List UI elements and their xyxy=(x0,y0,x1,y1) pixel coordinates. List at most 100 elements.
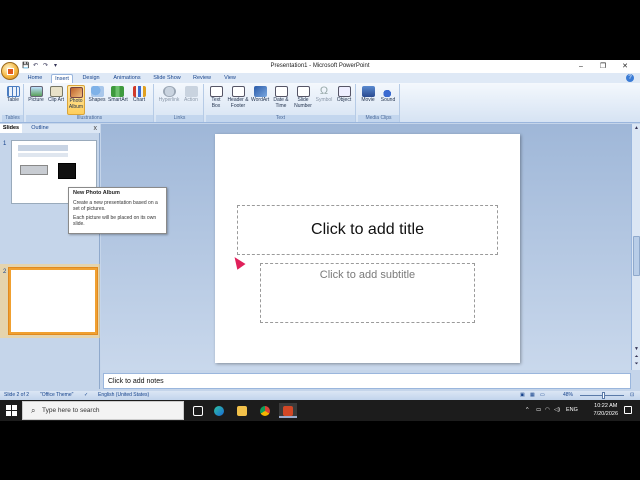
table-icon xyxy=(6,86,20,97)
tooltip-description-2: Each picture will be placed on its own s… xyxy=(73,215,157,227)
title-bar: Presentation1 - Microsoft PowerPoint 💾 ↶… xyxy=(0,60,640,73)
zoom-slider-thumb[interactable] xyxy=(602,392,605,399)
shapes-button[interactable]: Shapes xyxy=(88,85,106,115)
pane-tabs: Slides Outline x xyxy=(0,124,100,133)
photo-album-button[interactable]: Photo Album xyxy=(67,85,85,115)
language[interactable]: English (United States) xyxy=(98,391,149,400)
picture-icon xyxy=(29,86,43,97)
object-button[interactable]: Object xyxy=(335,85,353,115)
picture-button[interactable]: Picture xyxy=(27,85,45,115)
chart-button[interactable]: Chart xyxy=(130,85,148,115)
zoom-level[interactable]: 48% xyxy=(563,391,573,400)
window-controls: – ❐ ✕ xyxy=(570,61,636,72)
group-links: Hyperlink Action Links xyxy=(156,84,204,122)
file-explorer-icon[interactable] xyxy=(234,403,250,418)
photo-album-icon xyxy=(69,87,83,98)
header-footer-button[interactable]: Header & Footer xyxy=(227,85,249,115)
hyperlink-icon xyxy=(162,86,176,97)
tab-view[interactable]: View xyxy=(220,74,240,83)
slide-number-1: 1 xyxy=(3,141,7,147)
spellcheck-icon[interactable]: ✓ xyxy=(84,391,88,400)
save-icon[interactable]: 💾 xyxy=(22,63,29,70)
tab-review[interactable]: Review xyxy=(190,74,214,83)
scroll-thumb[interactable] xyxy=(633,236,640,276)
tab-design[interactable]: Design xyxy=(78,74,104,83)
omega-icon: Ω xyxy=(319,85,329,97)
action-icon xyxy=(184,86,198,97)
group-text: Text Box Header & Footer WordArt Date & … xyxy=(206,84,356,122)
tab-animations[interactable]: Animations xyxy=(110,74,144,83)
group-illustrations: Picture Clip Art Photo Album Shapes Smar… xyxy=(26,84,154,122)
ribbon: Table Tables Picture Clip Art Photo Albu… xyxy=(0,83,640,123)
sound-icon xyxy=(381,86,395,97)
taskbar-search-input[interactable]: ⌕ Type here to search xyxy=(22,401,184,420)
sound-button[interactable]: Sound xyxy=(379,85,397,115)
smartart-button[interactable]: SmartArt xyxy=(108,85,128,115)
tab-slides[interactable]: Slides xyxy=(0,124,22,133)
slide-sorter-icon[interactable]: ▦ xyxy=(530,391,535,400)
office-button[interactable] xyxy=(1,62,19,80)
group-label-media-clips: Media Clips xyxy=(358,115,399,122)
wifi-icon[interactable]: ◠ xyxy=(545,407,550,413)
help-icon[interactable]: ? xyxy=(626,74,634,82)
tab-slide-show[interactable]: Slide Show xyxy=(150,74,184,83)
next-slide-icon[interactable]: ⏷ xyxy=(633,361,640,367)
slide-editing-area: Click to add title Click to add subtitle xyxy=(101,124,631,370)
symbol-button[interactable]: Ω Symbol xyxy=(315,85,333,115)
chrome-icon[interactable] xyxy=(257,403,273,418)
scroll-down-icon[interactable]: ▼ xyxy=(633,346,640,352)
customize-qat-icon[interactable]: ▾ xyxy=(52,63,59,70)
undo-icon[interactable]: ↶ xyxy=(32,63,39,70)
slide-number-button[interactable]: Slide Number xyxy=(294,85,312,115)
notifications-icon[interactable] xyxy=(624,406,632,414)
tab-home[interactable]: Home xyxy=(24,74,46,83)
system-tray: ^ ▭ ◠ ◁) ENG xyxy=(526,400,636,421)
edge-icon[interactable] xyxy=(211,403,227,418)
slide-thumbnail-2[interactable] xyxy=(8,267,98,335)
clock[interactable]: 10:22 AM 7/20/2026 xyxy=(594,402,618,418)
powerpoint-taskbar-icon[interactable] xyxy=(279,403,297,418)
clock-date: 7/20/2026 xyxy=(593,411,618,417)
slide-show-icon[interactable]: ▭ xyxy=(540,391,545,400)
slide-counter: Slide 2 of 2 xyxy=(4,392,30,398)
clip-art-button[interactable]: Clip Art xyxy=(47,85,65,115)
subtitle-placeholder[interactable]: Click to add subtitle xyxy=(260,263,475,323)
search-icon: ⌕ xyxy=(31,406,36,415)
slide-number-icon xyxy=(296,86,310,97)
hyperlink-button[interactable]: Hyperlink xyxy=(158,85,180,115)
tab-insert[interactable]: Insert xyxy=(51,74,73,83)
normal-view-icon[interactable]: ▣ xyxy=(520,391,525,400)
redo-icon[interactable]: ↷ xyxy=(42,63,49,70)
input-language[interactable]: ENG xyxy=(566,407,578,413)
wordart-button[interactable]: WordArt xyxy=(251,85,269,115)
scroll-up-icon[interactable]: ▲ xyxy=(633,125,640,131)
title-placeholder[interactable]: Click to add title xyxy=(237,205,498,255)
previous-slide-icon[interactable]: ⏶ xyxy=(633,354,640,360)
close-button[interactable]: ✕ xyxy=(614,61,636,72)
notes-pane[interactable]: Click to add notes xyxy=(103,373,631,389)
windows-start-icon[interactable] xyxy=(6,405,17,416)
fit-slide-icon[interactable]: ⊡ xyxy=(630,391,634,400)
vertical-scrollbar[interactable]: ▲ ▼ ⏶ ⏷ xyxy=(631,124,640,370)
tooltip-description-1: Create a new presentation based on a set… xyxy=(73,200,158,212)
group-label-tables: Tables xyxy=(2,115,23,122)
date-time-button[interactable]: Date & Time xyxy=(272,85,290,115)
show-hidden-icons-icon[interactable]: ^ xyxy=(526,407,529,413)
volume-icon[interactable]: ◁) xyxy=(554,407,560,413)
task-view-icon[interactable] xyxy=(190,403,206,418)
text-box-button[interactable]: Text Box xyxy=(207,85,225,115)
minimize-button[interactable]: – xyxy=(570,61,592,72)
restore-button[interactable]: ❐ xyxy=(592,61,614,72)
action-button[interactable]: Action xyxy=(182,85,200,115)
tooltip-title: New Photo Album xyxy=(73,190,120,196)
network-icon[interactable]: ▭ xyxy=(536,407,541,413)
close-pane-icon[interactable]: x xyxy=(94,124,98,133)
text-box-icon xyxy=(209,86,223,97)
office-logo-icon xyxy=(7,68,14,75)
slide-canvas: Click to add title Click to add subtitle xyxy=(215,134,520,363)
powerpoint-window: Presentation1 - Microsoft PowerPoint 💾 ↶… xyxy=(0,60,640,400)
movie-button[interactable]: Movie xyxy=(359,85,377,115)
table-button[interactable]: Table xyxy=(4,85,22,115)
tab-outline[interactable]: Outline xyxy=(26,124,54,133)
tooltip-new-photo-album: New Photo Album Create a new presentatio… xyxy=(68,187,167,234)
